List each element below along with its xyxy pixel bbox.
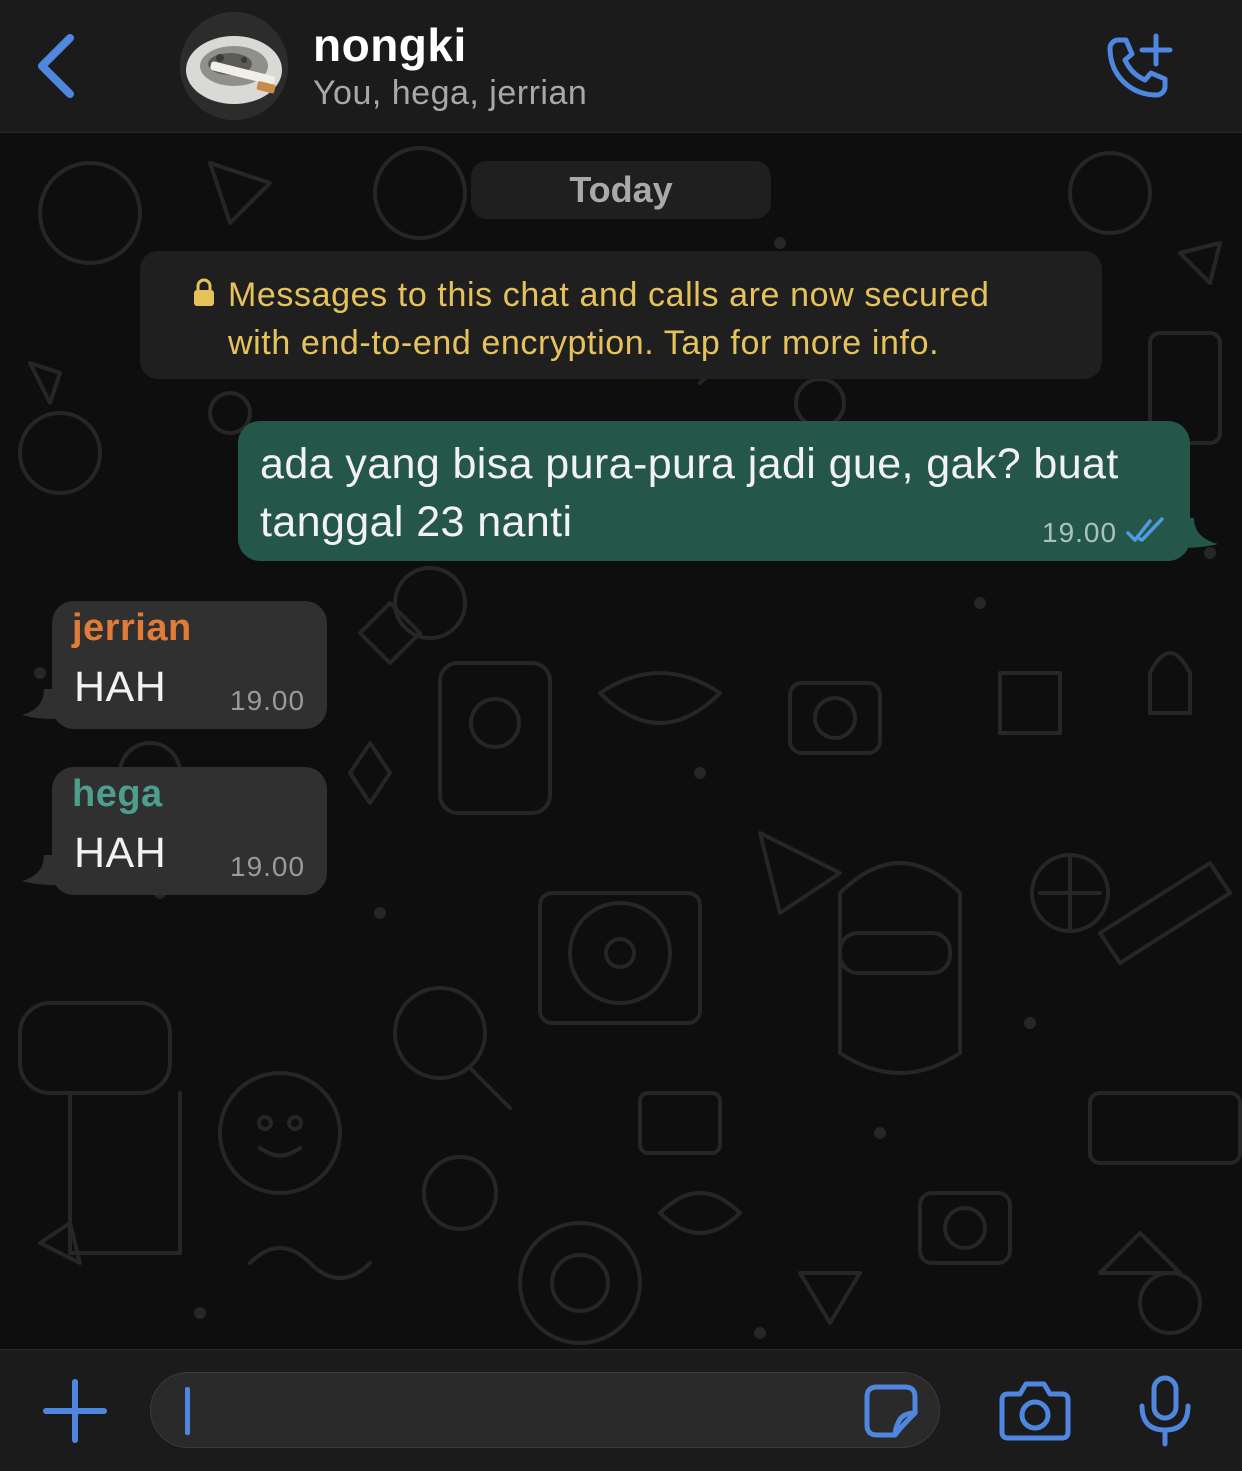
group-members[interactable]: You, hega, jerrian [313,74,587,113]
plus-icon [43,1379,107,1443]
message-time: 19.00 [1042,517,1118,548]
encryption-notice-line1: Messages to this chat and calls are now … [228,276,990,314]
date-separator: Today [471,161,771,219]
encryption-notice[interactable]: Messages to this chat and calls are now … [140,251,1102,379]
chat-area[interactable]: Today Messages to this chat and calls ar… [0,133,1242,1349]
chevron-left-icon [38,34,74,98]
read-ticks-icon [1126,517,1164,542]
chat-header: nongki You, hega, jerrian [0,0,1242,133]
add-call-button[interactable] [1098,30,1178,106]
outgoing-message[interactable]: ada yang bisa pura-pura jadi gue, gak? b… [238,421,1190,561]
message-time: 19.00 [230,685,306,716]
group-avatar[interactable] [180,12,288,120]
attach-button[interactable] [42,1378,108,1444]
message-text: HAH [74,663,167,711]
microphone-icon [1139,1375,1191,1447]
add-call-icon [1107,33,1173,98]
sticker-button[interactable] [863,1383,919,1439]
incoming-message[interactable]: jerrian HAH 19.00 [52,601,327,729]
microphone-button[interactable] [1136,1374,1194,1448]
camera-button[interactable] [998,1380,1072,1442]
incoming-bubble-tail [22,689,56,719]
message-sender[interactable]: jerrian [72,607,192,650]
composer-bar [0,1349,1242,1471]
incoming-message[interactable]: hega HAH 19.00 [52,767,327,895]
encryption-notice-line2: with end-to-end encryption. Tap for more… [228,324,940,362]
text-caret [185,1387,190,1435]
incoming-bubble-tail [22,855,56,885]
back-button[interactable] [30,28,90,104]
lock-icon [194,278,214,306]
message-input[interactable] [150,1372,940,1448]
chat-title[interactable]: nongki [313,18,467,72]
ashtray-photo-icon [180,12,288,120]
camera-icon [999,1381,1071,1441]
sticker-icon [864,1384,918,1438]
message-time: 19.00 [230,851,306,882]
message-text: HAH [74,829,167,877]
message-sender[interactable]: hega [72,773,163,816]
